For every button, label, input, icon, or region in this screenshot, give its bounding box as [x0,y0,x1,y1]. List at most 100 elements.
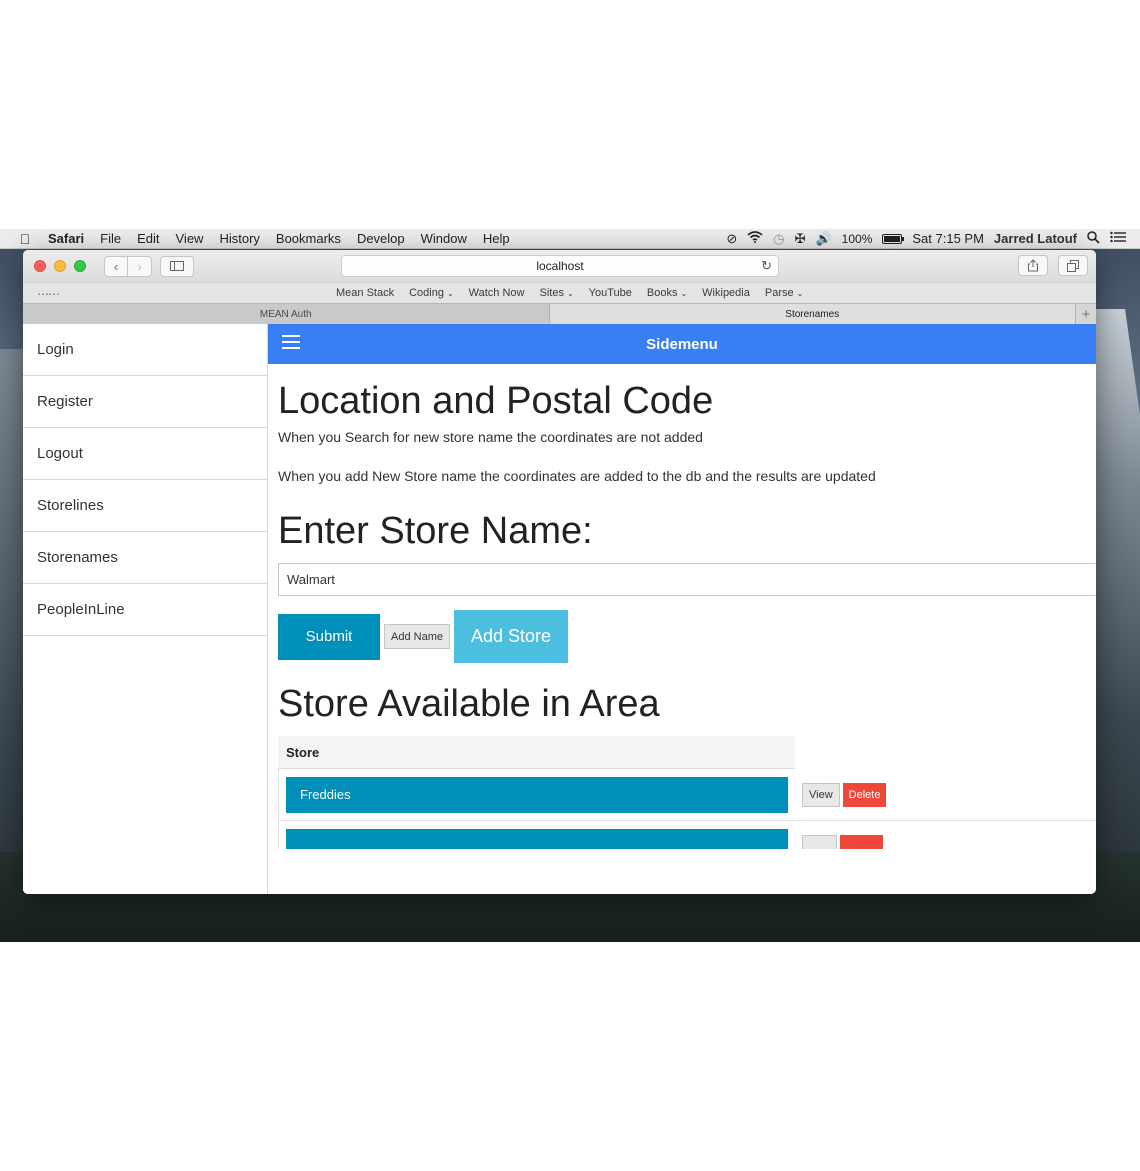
notification-center-icon[interactable] [1110,231,1126,246]
menu-edit[interactable]: Edit [129,231,167,246]
add-name-button[interactable]: Add Name [384,624,450,649]
battery-percent: 100% [841,231,873,246]
bookmark-label: Coding [409,287,444,299]
battery-icon[interactable] [882,233,905,244]
bookmark-label: Wikipedia [702,287,750,299]
info-text-search: When you Search for new store name the c… [278,429,703,445]
submit-button[interactable]: Submit [278,613,380,660]
sidebar-toggle-button[interactable] [160,255,194,277]
top-sites-grid-icon[interactable]: ⋯⋯ [37,287,60,301]
store-name-input[interactable] [278,563,1096,596]
clock[interactable]: Sat 7:15 PM [912,231,984,246]
web-app: Login Register Logout Storelines Storena… [23,324,1096,894]
browser-window: ‹ › localhost ↻ ⋯⋯ Mean Stack Coding ⌄ Watc… [23,250,1096,894]
bookmark-items: Mean Stack Coding ⌄ Watch Now Sites ⌄ YouTube B… [336,287,803,299]
menu-file[interactable]: File [92,231,129,246]
bookmark-label: Books [646,287,678,299]
zoom-window-button[interactable] [74,260,86,272]
sidemenu-item-peopleinline[interactable]: PeopleInLine [23,584,267,636]
bookmark-item[interactable]: Mean Stack [336,287,394,299]
tab-mean-auth[interactable]: MEAN Auth [23,304,550,324]
bookmark-item[interactable]: Sites ⌄ [539,287,573,299]
do-not-disturb-icon[interactable]: ⊘ [726,231,737,247]
chevron-down-icon: ⌄ [680,289,688,298]
table-row: Freddies View Delete [278,769,1096,821]
bookmark-label: Mean Stack [336,287,395,299]
forward-button[interactable]: › [128,255,152,277]
menu-develop[interactable]: Develop [349,231,413,246]
window-controls [34,260,86,272]
info-text-add: When you add New Store name the coordina… [278,468,876,484]
heading-enter-store: Enter Store Name: [278,510,593,552]
menu-window[interactable]: Window [413,231,475,246]
reload-icon[interactable]: ↻ [761,258,772,274]
share-button[interactable] [1018,255,1048,276]
sidemenu-item-storenames[interactable]: Storenames [23,532,267,584]
bookmark-label: Sites [539,287,564,299]
navigation-buttons: ‹ › [104,255,152,277]
bookmark-label: Watch Now [468,287,525,299]
menu-bookmarks[interactable]: Bookmarks [268,231,349,246]
status-area: ⊘ ◷ ✠ 🔊 100% Sat 7:15 PM Jarred Latouf [726,231,1140,247]
delete-button[interactable]: Delete [842,782,887,807]
bookmark-item[interactable]: Wikipedia [702,287,750,299]
menu-app-name[interactable]: Safari [40,231,92,246]
new-tab-button[interactable]: + [1076,304,1096,324]
main-panel: Sidemenu Location and Postal Code When y… [268,324,1096,894]
table-row [278,821,1096,849]
bookmarks-bar: ⋯⋯ Mean Stack Coding ⌄ Watch Now Sites ⌄ YouTu… [23,282,1096,303]
menu-view[interactable]: View [168,231,212,246]
menu-history[interactable]: History [211,231,267,246]
share-icon [1028,259,1038,272]
app-header: Sidemenu [268,324,1096,364]
heading-stores-available: Store Available in Area [278,683,660,725]
store-name-cell[interactable]: Freddies [286,776,788,813]
menu-bar:  Safari File Edit View History Bookmark… [0,229,1140,249]
chevron-down-icon: ⌄ [446,289,454,298]
show-tabs-button[interactable] [1058,255,1088,276]
sidemenu-item-logout[interactable]: Logout [23,428,267,480]
bookmark-item[interactable]: Books ⌄ [647,287,687,299]
header-title: Sidemenu [646,335,718,353]
sidemenu-item-register[interactable]: Register [23,376,267,428]
view-button[interactable]: View [802,782,840,807]
time-machine-icon[interactable]: ◷ [773,231,784,247]
chevron-down-icon: ⌄ [796,289,804,298]
view-button[interactable] [802,834,837,849]
apple-icon[interactable]:  [10,231,40,247]
store-table: Store Freddies View Delete [278,736,1096,849]
address-bar[interactable]: localhost ↻ [341,255,779,277]
tab-bar: MEAN Auth Storenames + [23,303,1096,324]
bookmark-item[interactable]: Coding ⌄ [409,287,454,299]
sidebar-icon [170,261,184,271]
tab-storenames[interactable]: Storenames [549,304,1076,324]
heading-location: Location and Postal Code [278,380,714,422]
delete-button[interactable] [840,834,883,849]
spotlight-search-icon[interactable] [1087,230,1100,247]
wifi-icon[interactable] [747,231,763,246]
table-header-store: Store [278,736,795,769]
menu-help[interactable]: Help [475,231,518,246]
hamburger-menu-icon[interactable] [282,335,300,353]
add-store-button[interactable]: Add Store [453,610,568,663]
bookmark-label: YouTube [588,287,632,299]
back-button[interactable]: ‹ [104,255,128,277]
user-name[interactable]: Jarred Latouf [994,231,1077,246]
bookmark-item[interactable]: Parse ⌄ [765,287,803,299]
tabs-overview-icon [1067,259,1079,272]
volume-icon[interactable]: 🔊 [815,231,831,247]
url-text: localhost [536,259,584,273]
browser-toolbar: ‹ › localhost ↻ [23,250,1096,282]
bluetooth-icon[interactable]: ✠ [795,231,806,247]
close-window-button[interactable] [34,260,46,272]
minimize-window-button[interactable] [54,260,66,272]
bookmark-item[interactable]: YouTube [589,287,632,299]
chevron-down-icon: ⌄ [566,289,574,298]
bookmark-item[interactable]: Watch Now [469,287,525,299]
sidemenu-item-login[interactable]: Login [23,324,267,376]
bookmark-label: Parse [764,287,794,299]
store-name-cell[interactable] [286,828,788,849]
action-buttons: Submit Add Name Add Store [278,610,1096,663]
sidemenu-item-storelines[interactable]: Storelines [23,480,267,532]
page-content: Location and Postal Code When you Search… [278,364,1096,849]
